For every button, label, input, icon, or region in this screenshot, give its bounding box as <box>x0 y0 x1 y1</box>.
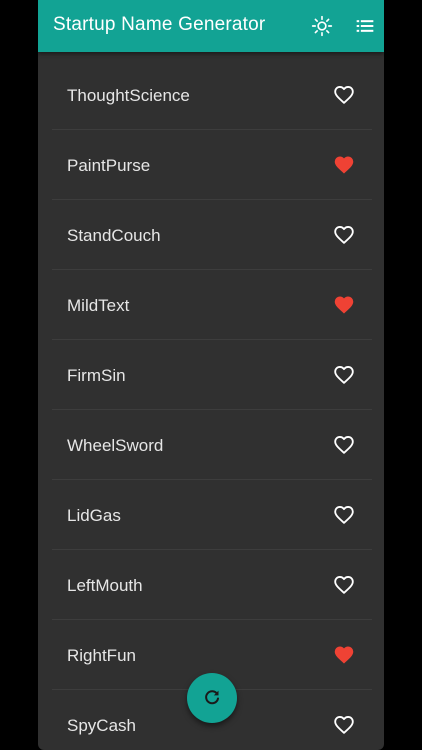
list-item[interactable]: FirmSin <box>52 340 372 410</box>
favorite-outline-icon[interactable] <box>333 224 355 246</box>
list-item[interactable]: StandCouch <box>52 200 372 270</box>
favorite-outline-icon[interactable] <box>333 574 355 596</box>
startup-name: RightFun <box>67 646 136 665</box>
favorite-outline-icon[interactable] <box>333 364 355 386</box>
list-item[interactable]: LidGas <box>52 480 372 550</box>
favorite-outline-icon[interactable] <box>333 434 355 456</box>
favorite-filled-icon[interactable] <box>333 644 355 666</box>
favorite-filled-icon[interactable] <box>333 154 355 176</box>
refresh-icon <box>205 690 219 705</box>
saved-list-button[interactable] <box>351 12 379 40</box>
favorite-outline-icon[interactable] <box>333 504 355 526</box>
name-list: ThoughtScience PaintPurse StandCouch MildTe… <box>52 60 372 750</box>
list-item[interactable]: PaintPurse <box>52 130 372 200</box>
favorite-filled-icon[interactable] <box>333 294 355 316</box>
app-title: Startup Name Generator <box>53 14 266 35</box>
list-item[interactable]: WheelSword <box>52 410 372 480</box>
list-item[interactable]: LeftMouth <box>52 550 372 620</box>
startup-name: StandCouch <box>67 226 161 245</box>
startup-name: PaintPurse <box>67 156 151 175</box>
favorite-outline-icon[interactable] <box>333 714 355 736</box>
theme-toggle-button[interactable] <box>308 12 336 40</box>
app-screen: Startup Name Generator ThoughtScience Pa… <box>38 0 384 750</box>
favorite-outline-icon[interactable] <box>333 84 355 106</box>
startup-name: MildText <box>67 296 130 315</box>
list-icon <box>356 20 374 32</box>
startup-name: SpyCash <box>67 716 136 735</box>
startup-name: LeftMouth <box>67 576 143 595</box>
list-item[interactable]: MildText <box>52 270 372 340</box>
app-bar: Startup Name Generator <box>38 0 384 52</box>
list-item[interactable]: ThoughtScience <box>52 60 372 130</box>
brightness-icon <box>311 15 333 37</box>
startup-name: FirmSin <box>67 366 126 385</box>
refresh-button[interactable] <box>187 673 237 723</box>
startup-name: LidGas <box>67 506 121 525</box>
startup-name: ThoughtScience <box>67 86 190 105</box>
startup-name: WheelSword <box>67 436 164 455</box>
